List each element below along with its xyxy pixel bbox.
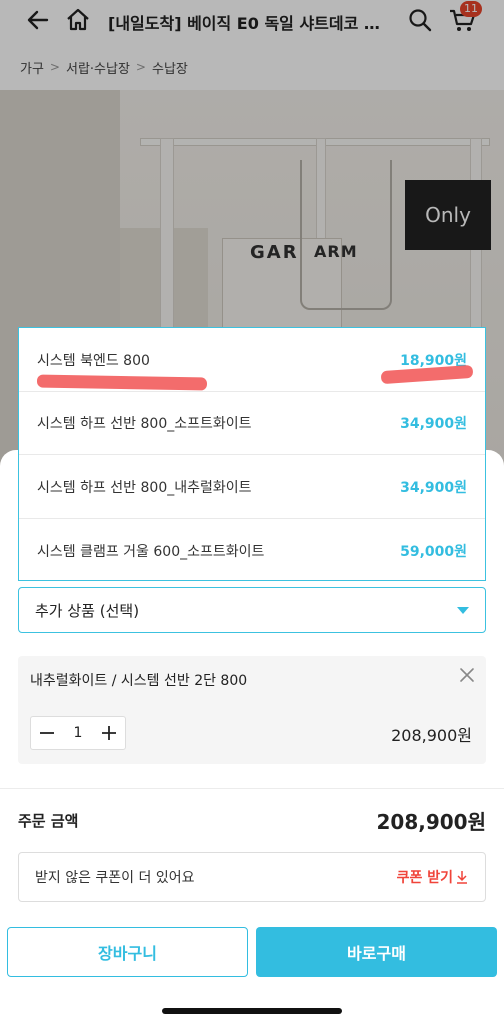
option-name: 시스템 클램프 거울 600_소프트화이트 — [37, 544, 265, 560]
selected-item-card: 내추럴화이트 / 시스템 선반 2단 800 1 208,900원 — [18, 656, 486, 764]
total-value: 208,900원 — [376, 810, 487, 834]
option-item[interactable]: 시스템 하프 선반 800_소프트화이트 34,900원 — [19, 391, 485, 455]
coupon-text: 받지 않은 쿠폰이 더 있어요 — [35, 870, 195, 886]
caret-down-icon — [457, 607, 469, 614]
coupon-link[interactable]: 쿠폰 받기 — [397, 867, 453, 887]
option-dropdown-list: 시스템 북엔드 800 18,900원 시스템 하프 선반 800_소프트화이트… — [18, 327, 486, 581]
add-to-cart-button[interactable]: 장바구니 — [7, 927, 248, 977]
option-item[interactable]: 시스템 하프 선반 800_내추럴화이트 34,900원 — [19, 455, 485, 519]
divider — [0, 788, 504, 789]
download-icon — [457, 871, 467, 884]
option-name: 시스템 하프 선반 800_내추럴화이트 — [37, 479, 252, 496]
close-icon[interactable] — [458, 666, 476, 684]
select-label: 추가 상품 (선택) — [35, 601, 140, 620]
quantity-value[interactable]: 1 — [63, 725, 93, 741]
option-name: 시스템 하프 선반 800_소프트화이트 — [37, 415, 252, 432]
home-indicator — [162, 1008, 342, 1014]
coupon-link-wrap[interactable]: 쿠폰 받기 — [397, 867, 469, 887]
option-item[interactable]: 시스템 클램프 거울 600_소프트화이트 59,000원 — [19, 519, 485, 583]
selected-item-name: 내추럴화이트 / 시스템 선반 2단 800 — [30, 673, 248, 689]
plus-icon[interactable] — [93, 717, 125, 749]
quantity-stepper: 1 — [30, 716, 126, 750]
additional-product-select[interactable]: 추가 상품 (선택) — [18, 587, 486, 633]
minus-icon[interactable] — [31, 717, 63, 749]
option-price: 59,000원 — [400, 544, 467, 560]
buy-now-button[interactable]: 바로구매 — [256, 927, 497, 977]
selected-item-price: 208,900원 — [391, 726, 472, 745]
option-price: 34,900원 — [400, 415, 467, 432]
option-name: 시스템 북엔드 800 — [37, 352, 150, 369]
option-price: 34,900원 — [400, 479, 467, 496]
total-label: 주문 금액 — [18, 812, 79, 830]
coupon-banner[interactable]: 받지 않은 쿠폰이 더 있어요 쿠폰 받기 — [18, 852, 486, 902]
